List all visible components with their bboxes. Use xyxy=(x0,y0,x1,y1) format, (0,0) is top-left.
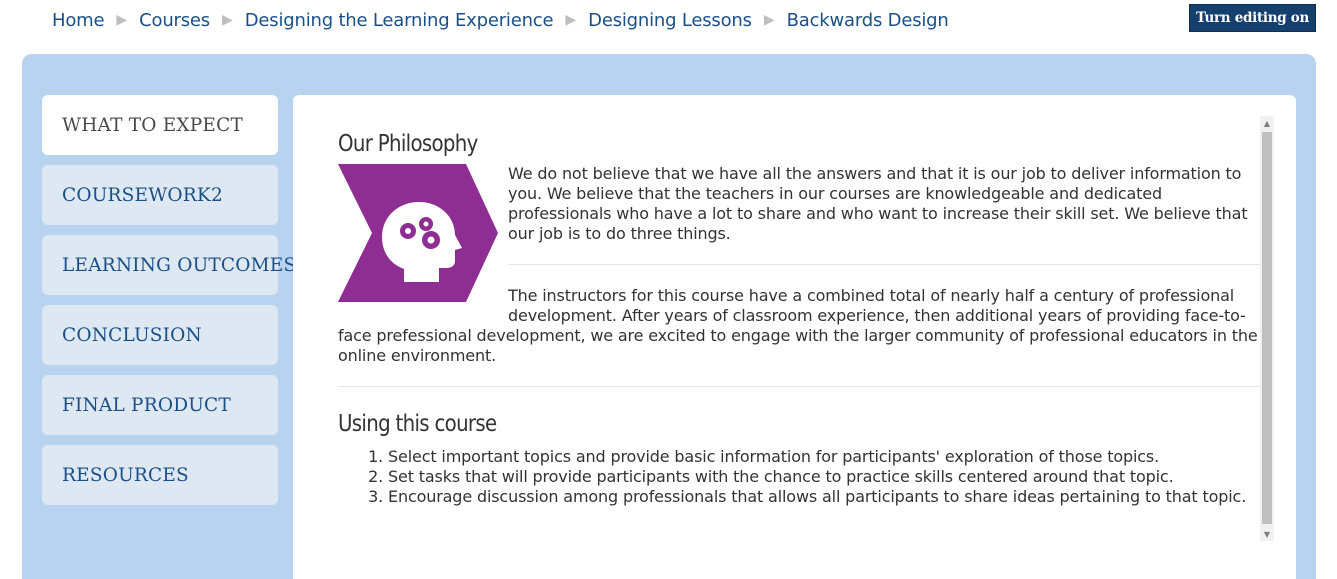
arrow-up-icon[interactable]: ▲ xyxy=(1260,116,1274,130)
nav-item-conclusion[interactable]: CONCLUSION xyxy=(42,305,278,365)
content-area: Our Philosophy We do not believe that we… xyxy=(293,95,1296,579)
vertical-scrollbar[interactable]: ▲ ▼ xyxy=(1260,116,1274,541)
breadcrumb: Home ▶ Courses ▶ Designing the Learning … xyxy=(52,8,949,32)
nav-item-coursework2[interactable]: COURSEWORK2 xyxy=(42,165,278,225)
philosophy-block: We do not believe that we have all the a… xyxy=(338,164,1260,366)
breadcrumb-separator-icon: ▶ xyxy=(565,12,577,28)
course-steps-list: Select important topics and provide basi… xyxy=(388,447,1260,507)
list-item: Select important topics and provide basi… xyxy=(388,447,1260,467)
list-item: Encourage discussion among professionals… xyxy=(388,487,1260,507)
breadcrumb-courses[interactable]: Courses xyxy=(139,10,210,31)
head-gears-icon xyxy=(338,164,498,302)
breadcrumb-current[interactable]: Backwards Design xyxy=(787,10,949,31)
content-scroll[interactable]: Our Philosophy We do not believe that we… xyxy=(293,95,1296,579)
section-title-philosophy: Our Philosophy xyxy=(338,131,478,157)
nav-item-resources[interactable]: RESOURCES xyxy=(42,445,278,505)
turn-editing-on-button[interactable]: Turn editing on xyxy=(1189,4,1316,32)
nav-item-final-product[interactable]: FINAL PRODUCT xyxy=(42,375,278,435)
breadcrumb-section[interactable]: Designing Lessons xyxy=(588,10,752,31)
arrow-down-icon[interactable]: ▼ xyxy=(1260,527,1274,541)
breadcrumb-separator-icon: ▶ xyxy=(763,12,775,28)
breadcrumb-separator-icon: ▶ xyxy=(221,12,233,28)
nav-item-learning-outcomes[interactable]: LEARNING OUTCOMES xyxy=(42,235,296,295)
section-title-using-course: Using this course xyxy=(338,411,497,437)
list-item: Set tasks that will provide participants… xyxy=(388,467,1260,487)
section-divider xyxy=(338,386,1260,387)
divider xyxy=(508,264,1260,265)
scrollbar-thumb[interactable] xyxy=(1262,132,1272,524)
section-nav: WHAT TO EXPECT COURSEWORK2 LEARNING OUTC… xyxy=(42,95,296,515)
breadcrumb-separator-icon: ▶ xyxy=(116,12,128,28)
breadcrumb-home[interactable]: Home xyxy=(52,10,105,31)
nav-item-what-to-expect[interactable]: WHAT TO EXPECT xyxy=(42,95,278,155)
breadcrumb-course[interactable]: Designing the Learning Experience xyxy=(245,10,554,31)
